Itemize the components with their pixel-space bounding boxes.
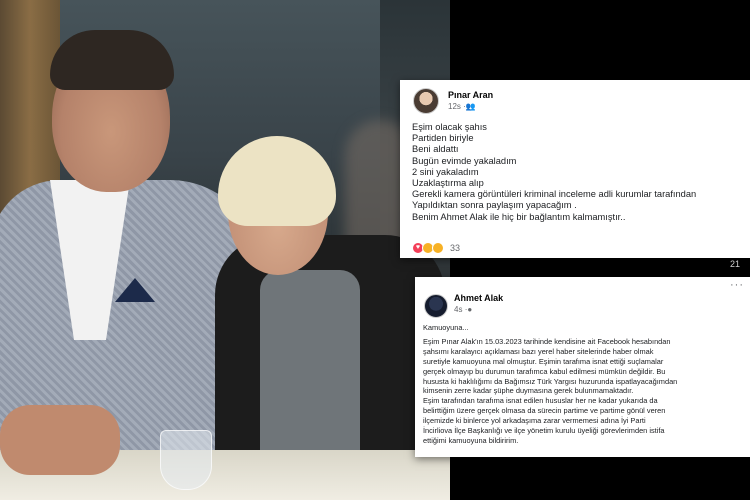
post-line: belirttiğim üzere gerçek olmasa da sürec… (423, 406, 666, 416)
post-time[interactable]: 4s (454, 305, 462, 314)
post-meta: 12s ·👥 (448, 102, 476, 111)
friends-icon: ·👥 (463, 102, 476, 111)
avatar[interactable] (424, 294, 448, 318)
post-line: Uzaklaştırma alıp (412, 178, 484, 189)
sad-reaction-icon (432, 242, 444, 254)
post-line: ettiğimi kamuoyuna bildiririm. (423, 435, 519, 445)
post-line: Kamuoyuna... (423, 323, 469, 332)
post-line: suretiyle kamuoyuna mal olmuştur. Eşimin… (423, 356, 664, 366)
post-line: kimsenin zerre kadar şüphe duymasına ger… (423, 386, 634, 396)
post-line: Eşim Pınar Alak'ın 15.03.2023 tarihinde … (423, 336, 671, 346)
more-options-icon[interactable]: ··· (730, 279, 744, 291)
post-line: Eşim olacak şahıs (412, 122, 487, 132)
post-line: Beni aldattı (412, 144, 459, 155)
man-hands (0, 405, 120, 475)
couple-photo (0, 0, 450, 500)
reactions-bar[interactable]: ♥ 33 (412, 241, 460, 255)
globe-icon: ·● (464, 305, 473, 314)
post-time[interactable]: 12s (448, 102, 461, 111)
facebook-post-pinar: Pınar Aran 12s ·👥 Eşim olacak şahıs Part… (400, 80, 750, 258)
post-line: Partiden biriyle (412, 133, 474, 144)
facebook-post-ahmet: Ahmet Alak 4s ·● ··· Kamuoyuna... Eşim P… (415, 277, 750, 457)
post-line: ilçemizde ki binlerce yol arkadaşıma zar… (423, 416, 646, 426)
post-line: İncirliova İlçe Başkanlığı ve ilçe yönet… (423, 426, 665, 436)
avatar[interactable] (413, 88, 439, 114)
post-author[interactable]: Pınar Aran (448, 90, 493, 100)
post-line: Eşim tarafından tarafıma isnat edilen hu… (423, 396, 658, 406)
post-line: 2 sini yakaladım (412, 166, 479, 177)
post-author[interactable]: Ahmet Alak (454, 293, 503, 303)
post-meta: 4s ·● (454, 305, 472, 314)
post-line: Gerekli kamera görüntüleri kriminal ince… (412, 189, 697, 200)
post-line: hususta ki haklılığımı da Bağımsız Türk … (423, 376, 678, 386)
post-line: Yapıldıktan sonra paylaşım yapacağım . (412, 200, 577, 211)
post-body: Kamuoyuna... Eşim Pınar Alak'ın 15.03.20… (423, 323, 748, 446)
post-line: Benim Ahmet Alak ile hiç bir bağlantım k… (412, 211, 626, 222)
man-hair (50, 30, 174, 90)
wine-glass (160, 430, 212, 490)
post-line: gerçek olmayıp bu durumun tarafımca kabu… (423, 366, 666, 376)
post-line: şahsımı karalayıcı açıklaması bazı yerel… (423, 346, 654, 356)
reaction-count: 33 (450, 243, 461, 253)
post-line: Bugün evimde yakaladım (412, 155, 517, 166)
post-body: Eşim olacak şahıs Partiden biriyle Beni … (412, 122, 747, 223)
comment-count: 21 (730, 259, 741, 269)
